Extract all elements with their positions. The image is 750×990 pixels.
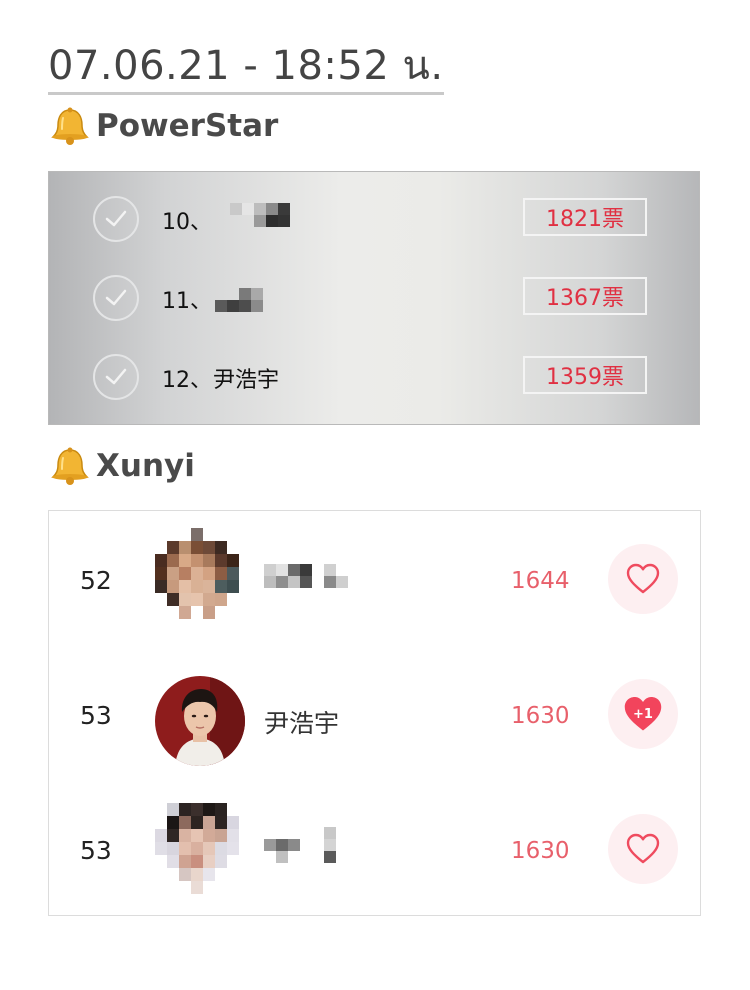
ranking-row: 10、 1821票 <box>49 189 699 249</box>
like-button[interactable]: +1 <box>608 679 678 749</box>
section-title-label: Xunyi <box>96 448 195 484</box>
censored-name <box>215 288 263 312</box>
heart-outline-icon <box>626 563 660 594</box>
censored-name <box>264 564 348 588</box>
score-count: 1644 <box>511 568 570 594</box>
section-title-powerstar: PowerStar <box>48 106 278 146</box>
avatar <box>155 676 245 766</box>
censored-name <box>264 827 336 863</box>
rank-number: 11、 <box>162 289 212 314</box>
checkmark-icon <box>105 368 127 385</box>
vote-check-button[interactable] <box>93 196 139 242</box>
avatar <box>155 528 245 619</box>
portrait-photo <box>155 676 245 766</box>
rank-number: 12、 <box>162 368 212 393</box>
like-button[interactable] <box>608 544 678 614</box>
ranking-row: 53 1630 <box>49 801 700 901</box>
contestant-name: 尹浩宇 <box>213 368 280 393</box>
score-count: 1630 <box>511 703 570 729</box>
like-increment-badge: +1 <box>633 707 653 722</box>
checkmark-icon <box>105 289 127 306</box>
vote-check-button[interactable] <box>93 354 139 400</box>
score-count: 1630 <box>511 838 570 864</box>
like-button[interactable] <box>608 814 678 884</box>
powerstar-ranking-panel: 10、 1821票 11、 1367票 12、 尹浩宇 1359票 <box>48 171 700 425</box>
rank-number: 53 <box>80 836 112 865</box>
bell-icon <box>51 447 89 485</box>
checkmark-icon <box>105 210 127 227</box>
censored-name <box>230 203 290 227</box>
rank-number: 53 <box>80 701 112 730</box>
bell-icon <box>51 107 89 145</box>
rank-number: 52 <box>80 566 112 595</box>
xunyi-ranking-panel: 52 1644 53 尹浩宇 1630 +1 53 1630 <box>48 510 701 916</box>
vote-count: 1359票 <box>523 356 647 394</box>
section-title-label: PowerStar <box>96 108 279 144</box>
rank-number: 10、 <box>162 210 212 235</box>
ranking-row: 53 尹浩宇 1630 +1 <box>49 666 700 766</box>
ranking-row: 11、 1367票 <box>49 268 699 328</box>
heart-outline-icon <box>626 833 660 864</box>
ranking-row: 12、 尹浩宇 1359票 <box>49 347 699 407</box>
vote-count: 1821票 <box>523 198 647 236</box>
ranking-row: 52 1644 <box>49 528 700 631</box>
vote-check-button[interactable] <box>93 275 139 321</box>
section-title-xunyi: Xunyi <box>48 446 195 486</box>
avatar <box>155 803 245 894</box>
contestant-name: 尹浩宇 <box>264 709 340 738</box>
timestamp: 07.06.21 - 18:52 น. <box>48 42 444 95</box>
vote-count: 1367票 <box>523 277 647 315</box>
